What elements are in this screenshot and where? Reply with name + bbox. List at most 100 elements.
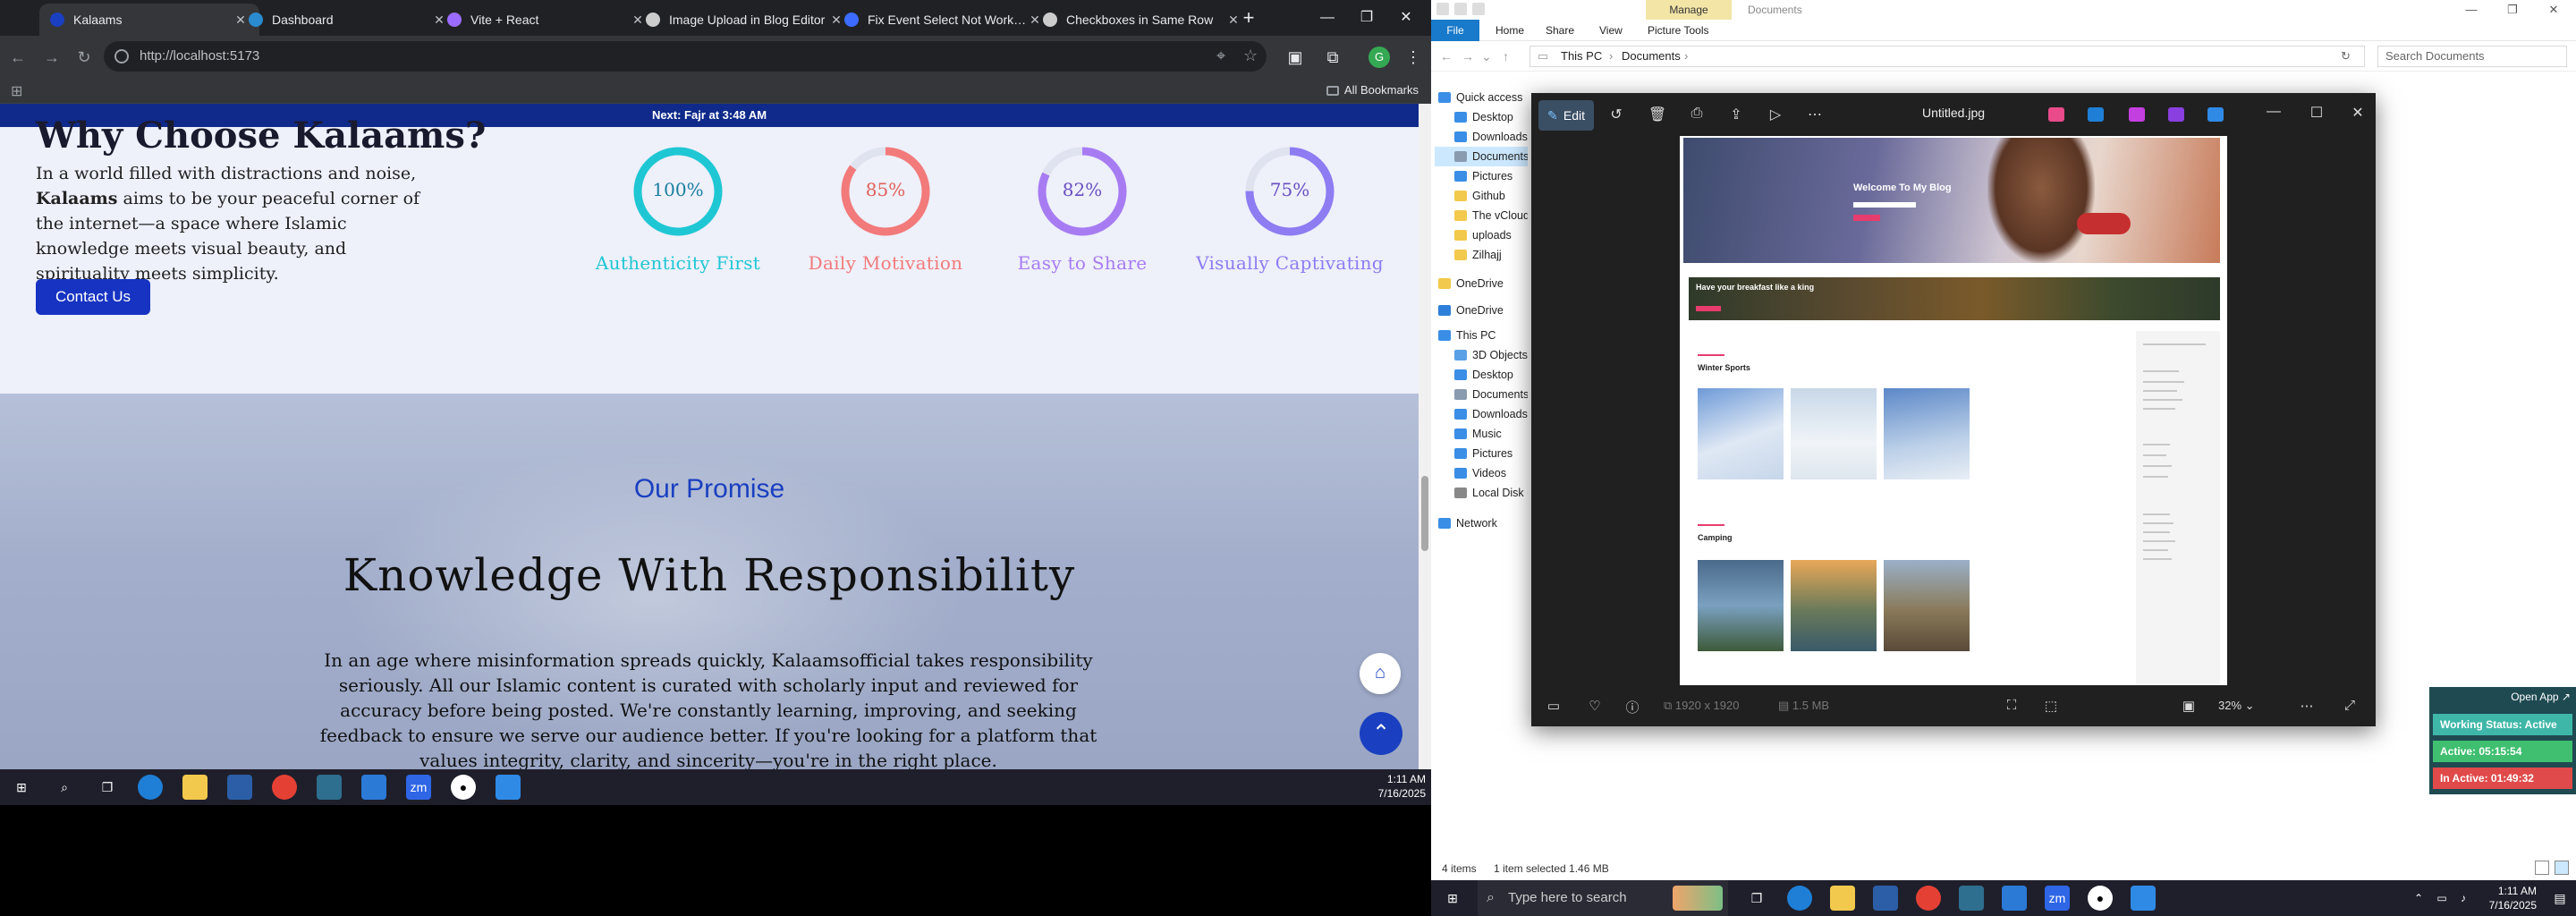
all-bookmarks[interactable]: All Bookmarks bbox=[1326, 83, 1419, 97]
taskbar-search[interactable]: ⌕ Type here to search bbox=[1478, 880, 1728, 916]
properties-icon[interactable] bbox=[1436, 3, 1449, 15]
nav-item[interactable]: Desktop bbox=[1435, 365, 1528, 385]
reload-icon[interactable]: ↻ bbox=[72, 45, 97, 70]
nav-item[interactable]: Local Disk (C:) bbox=[1435, 483, 1528, 503]
file-explorer-icon[interactable] bbox=[1830, 886, 1855, 911]
chrome-icon[interactable] bbox=[1916, 886, 1941, 911]
nav-item[interactable]: Downloads bbox=[1435, 127, 1528, 147]
edge-icon[interactable] bbox=[138, 775, 163, 800]
recent-chevron-icon[interactable]: ⌄ bbox=[1481, 49, 1492, 64]
windows-start-icon[interactable]: ⊞ bbox=[1440, 886, 1465, 911]
forward-arrow-icon[interactable]: → bbox=[1462, 49, 1474, 64]
nav-item[interactable]: OneDrive bbox=[1435, 301, 1528, 320]
app-icon[interactable] bbox=[1959, 886, 1984, 911]
nav-item[interactable]: This PC bbox=[1435, 326, 1528, 345]
filmstrip-icon[interactable]: ▭ bbox=[1544, 698, 1563, 714]
nav-item[interactable]: Pictures bbox=[1435, 166, 1528, 186]
folder-icon[interactable] bbox=[1472, 3, 1485, 15]
forward-arrow-icon[interactable]: → bbox=[39, 45, 64, 70]
task-view-icon[interactable]: ❐ bbox=[95, 775, 120, 800]
url-text[interactable]: http://localhost:5173 bbox=[140, 48, 259, 64]
restore-button[interactable]: ❐ bbox=[1349, 5, 1385, 30]
nav-item[interactable]: The vCloud bbox=[1435, 206, 1528, 225]
tab-dashboard[interactable]: Dashboard ✕ bbox=[238, 4, 458, 36]
new-tab-button[interactable]: + bbox=[1238, 7, 1259, 29]
ribbon-tab-view[interactable]: View bbox=[1589, 20, 1633, 41]
address-box[interactable]: ▭ This PC › Documents › ↻ bbox=[1530, 46, 2365, 67]
address-bar[interactable]: http://localhost:5173 ⌖ ☆ bbox=[104, 41, 1267, 72]
nav-item[interactable]: Zilhajj bbox=[1435, 245, 1528, 265]
file-explorer-icon[interactable] bbox=[182, 775, 208, 800]
photos-icon[interactable] bbox=[2131, 886, 2156, 911]
nav-item[interactable]: Downloads bbox=[1435, 404, 1528, 424]
app-icon[interactable] bbox=[317, 775, 342, 800]
zoom-select[interactable]: 32% ⌄ bbox=[2218, 699, 2255, 713]
tab-checkboxes[interactable]: Checkboxes in Same Row ✕ bbox=[1032, 4, 1252, 36]
designer-icon[interactable] bbox=[2088, 107, 2104, 122]
ribbon-tab-picture-tools[interactable]: Picture Tools bbox=[1637, 20, 1719, 41]
refresh-icon[interactable]: ↻ bbox=[2341, 49, 2351, 64]
back-arrow-icon[interactable]: ← bbox=[1440, 49, 1453, 64]
info-icon[interactable]: ⓘ bbox=[1623, 698, 1642, 717]
nav-item[interactable]: Documents bbox=[1435, 147, 1528, 166]
manage-tab[interactable]: Manage bbox=[1646, 0, 1732, 20]
close-window-button[interactable]: ✕ bbox=[1388, 5, 1424, 30]
tab-fix-event-select[interactable]: Fix Event Select Not Working ✕ bbox=[834, 4, 1054, 36]
clock[interactable]: 1:11 AM 7/16/2025 bbox=[2489, 884, 2537, 912]
up-arrow-icon[interactable]: ↑ bbox=[1503, 49, 1509, 64]
fit-screen-icon[interactable]: ⬚ bbox=[2041, 698, 2061, 714]
minimize-button[interactable]: — bbox=[2451, 0, 2492, 20]
zoom-icon[interactable]: zm bbox=[406, 775, 431, 800]
open-app-link[interactable]: Open App ↗ bbox=[2511, 691, 2571, 703]
clipchamp-icon[interactable] bbox=[2129, 107, 2145, 122]
clock[interactable]: 1:11 AM 7/16/2025 bbox=[1378, 772, 1426, 801]
apps-grid-icon[interactable]: ⊞ bbox=[11, 82, 22, 100]
search-icon[interactable]: ⌕ bbox=[52, 775, 77, 800]
zoom-icon[interactable]: zm bbox=[2045, 886, 2070, 911]
nav-item[interactable]: Github bbox=[1435, 186, 1528, 206]
scrollbar-thumb[interactable] bbox=[1421, 476, 1428, 551]
store-icon[interactable] bbox=[227, 775, 252, 800]
back-arrow-icon[interactable]: ← bbox=[5, 45, 30, 70]
actual-size-icon[interactable]: ▣ bbox=[2179, 698, 2199, 714]
windows-start-icon[interactable]: ⊞ bbox=[9, 775, 34, 800]
nav-item[interactable]: 3D Objects bbox=[1435, 345, 1528, 365]
nav-item[interactable]: Pictures bbox=[1435, 444, 1528, 463]
nav-item[interactable]: Music bbox=[1435, 424, 1528, 444]
crop-icon[interactable]: ⛶ bbox=[2002, 698, 2021, 713]
tab-kalaams[interactable]: Kalaams ✕ bbox=[39, 4, 259, 36]
restore-button[interactable]: ❐ bbox=[2492, 0, 2533, 20]
photo-preview[interactable]: Welcome To My Blog Have your breakfast l… bbox=[1680, 136, 2227, 685]
breadcrumb-documents[interactable]: Documents bbox=[1622, 49, 1681, 63]
large-icons-view-button[interactable] bbox=[2555, 861, 2569, 875]
nav-item[interactable]: Quick access bbox=[1435, 88, 1528, 107]
new-folder-icon[interactable] bbox=[1454, 3, 1467, 15]
minimize-button[interactable]: — bbox=[2256, 104, 2292, 120]
kebab-menu-icon[interactable]: ⋮ bbox=[1401, 45, 1426, 70]
details-view-button[interactable] bbox=[2535, 861, 2549, 875]
more-options-icon[interactable]: ⋯ bbox=[2297, 698, 2317, 714]
close-window-button[interactable]: ✕ bbox=[2533, 0, 2574, 20]
nav-item[interactable]: uploads bbox=[1435, 225, 1528, 245]
nav-item[interactable]: Documents bbox=[1435, 385, 1528, 404]
page-scrollbar[interactable] bbox=[1419, 104, 1431, 769]
favorite-heart-icon[interactable]: ♡ bbox=[1585, 698, 1605, 714]
photos-icon[interactable] bbox=[496, 775, 521, 800]
chat-widget-button[interactable]: ⌂ bbox=[1360, 653, 1401, 694]
contact-us-button[interactable]: Contact Us bbox=[36, 279, 150, 315]
vscode-icon[interactable] bbox=[361, 775, 386, 800]
tray-chevron-icon[interactable]: ⌃ bbox=[2406, 886, 2431, 911]
tab-vite-react[interactable]: Vite + React ✕ bbox=[436, 4, 657, 36]
ribbon-tab-file[interactable]: File bbox=[1431, 20, 1479, 41]
notifications-icon[interactable]: ▤ bbox=[2547, 886, 2572, 911]
tab-image-upload[interactable]: Image Upload in Blog Editor ✕ bbox=[635, 4, 855, 36]
ribbon-tab-home[interactable]: Home bbox=[1485, 20, 1535, 41]
vscode-icon[interactable] bbox=[2002, 886, 2027, 911]
volume-icon[interactable]: ♪ bbox=[2451, 886, 2476, 911]
task-view-icon[interactable]: ❐ bbox=[1744, 886, 1769, 911]
nav-item[interactable]: Videos bbox=[1435, 463, 1528, 483]
location-icon[interactable]: ⌖ bbox=[1216, 47, 1225, 65]
extension-icon[interactable]: ▣ bbox=[1283, 45, 1308, 70]
edge-icon[interactable] bbox=[1787, 886, 1812, 911]
app-icon[interactable] bbox=[2168, 107, 2184, 122]
